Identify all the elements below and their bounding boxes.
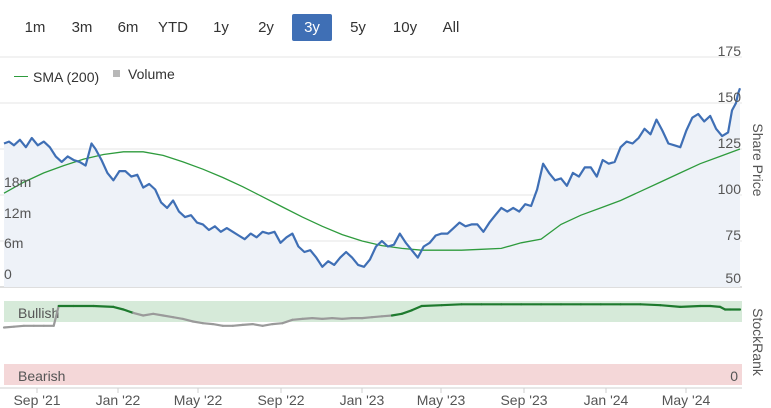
volume-tick-18m: 18m xyxy=(4,174,31,190)
stockrank-segment xyxy=(709,304,722,308)
stockrank-segment xyxy=(12,324,25,328)
stockrank-segment xyxy=(201,322,214,326)
stockrank-segment xyxy=(271,322,284,326)
legend-item-sma[interactable]: SMA (200) xyxy=(14,69,99,85)
bullish-label: Bullish xyxy=(18,305,59,321)
x-tick-jan24: Jan '24 xyxy=(584,392,629,408)
legend-volume-label: Volume xyxy=(128,65,175,82)
stockrank-segment xyxy=(639,303,662,307)
x-tick-may22: May '22 xyxy=(174,392,223,408)
volume-swatch-icon xyxy=(113,70,121,77)
stockrank-segment xyxy=(679,304,702,308)
stockrank-segment xyxy=(370,315,383,319)
stockrank-segment xyxy=(261,323,274,327)
bearish-label: Bearish xyxy=(18,368,65,384)
stockrank-segment xyxy=(301,317,314,320)
stockrank-segment xyxy=(341,317,354,320)
x-tick-sep23: Sep '23 xyxy=(500,392,547,408)
stockrank-segment xyxy=(211,323,224,327)
price-tick-125: 125 xyxy=(718,135,742,151)
stockrank-segment xyxy=(321,317,334,320)
price-tick-75: 75 xyxy=(725,227,741,243)
x-tick-jan22: Jan '22 xyxy=(96,392,141,408)
stockrank-segment xyxy=(440,303,463,307)
bearish-band xyxy=(4,364,742,385)
legend-sma-label: SMA (200) xyxy=(33,68,100,85)
stockrank-segment xyxy=(420,304,443,308)
chart-legend: SMA (200) Volume xyxy=(14,64,185,85)
stockrank-axis-title: StockRank xyxy=(750,308,766,377)
stockrank-segment xyxy=(92,304,115,308)
x-tick-may23: May '23 xyxy=(417,392,466,408)
price-axis-title: Share Price xyxy=(750,123,766,196)
price-tick-100: 100 xyxy=(718,181,742,197)
stockrank-segment xyxy=(241,323,254,326)
price-tick-150: 150 xyxy=(718,89,742,105)
price-tick-50: 50 xyxy=(725,270,741,286)
x-tick-jan23: Jan '23 xyxy=(340,392,385,408)
volume-tick-0: 0 xyxy=(4,266,12,282)
stockrank-segment xyxy=(251,323,264,327)
x-tick-may24: May '24 xyxy=(662,392,711,408)
volume-tick-12m: 12m xyxy=(4,205,31,221)
stockrank-tick-0: 0 xyxy=(730,368,738,384)
stockrank-segment xyxy=(331,317,344,320)
price-tick-175: 175 xyxy=(718,43,742,59)
volume-tick-6m: 6m xyxy=(4,235,23,251)
stockrank-segment xyxy=(380,314,393,318)
price-chart: 18m 12m 6m 0 175 150 125 100 75 50 Share… xyxy=(0,43,766,408)
sma-swatch-icon xyxy=(14,76,28,77)
stockrank-segment xyxy=(291,317,304,321)
stockrank-segment xyxy=(311,317,324,320)
stockrank-segment xyxy=(2,325,15,329)
stockrank-segment xyxy=(361,316,374,320)
stockrank-segment xyxy=(231,323,244,327)
x-tick-sep21: Sep '21 xyxy=(13,392,60,408)
legend-item-volume[interactable]: Volume xyxy=(113,66,175,82)
x-tick-sep22: Sep '22 xyxy=(257,392,304,408)
